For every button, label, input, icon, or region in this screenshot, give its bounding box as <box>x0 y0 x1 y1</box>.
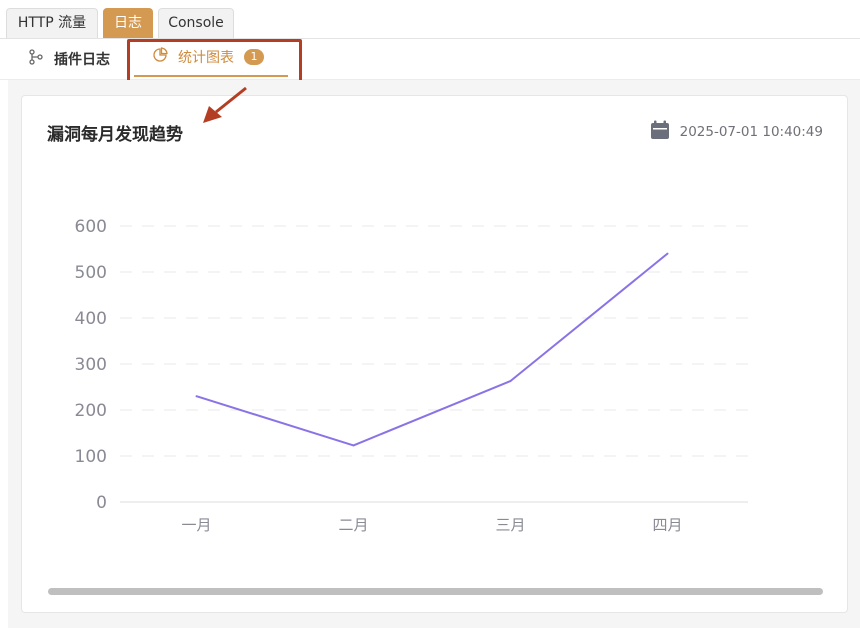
tab-http-traffic[interactable]: HTTP 流量 <box>6 8 98 38</box>
card-title: 漏洞每月发现趋势 <box>47 125 183 145</box>
count-badge: 1 <box>244 49 264 65</box>
top-tab-bar: HTTP 流量 日志 Console <box>0 0 860 39</box>
sub-tab-stats-chart[interactable]: 统计图表 1 <box>134 39 288 77</box>
git-branch-icon <box>28 49 44 69</box>
app-root: HTTP 流量 日志 Console 插件日志 统计图表 1 漏洞每月发现趋势 … <box>0 0 860 628</box>
sub-tab-plugin-log[interactable]: 插件日志 <box>28 39 110 79</box>
timestamp-text: 2025-07-01 10:40:49 <box>679 124 823 140</box>
sub-tab-stats-chart-label: 统计图表 <box>178 50 234 66</box>
card-timestamp: 2025-07-01 10:40:49 <box>650 120 823 144</box>
sub-tab-plugin-log-label: 插件日志 <box>54 52 110 68</box>
tab-console[interactable]: Console <box>158 8 234 38</box>
horizontal-scrollbar[interactable] <box>48 588 823 595</box>
pie-chart-icon <box>152 47 168 67</box>
sub-tab-bar: 插件日志 统计图表 1 <box>0 39 860 80</box>
chart-card: 漏洞每月发现趋势 2025-07-01 10:40:49 <box>21 95 848 613</box>
calendar-icon <box>650 120 670 144</box>
tab-logs[interactable]: 日志 <box>103 8 153 38</box>
